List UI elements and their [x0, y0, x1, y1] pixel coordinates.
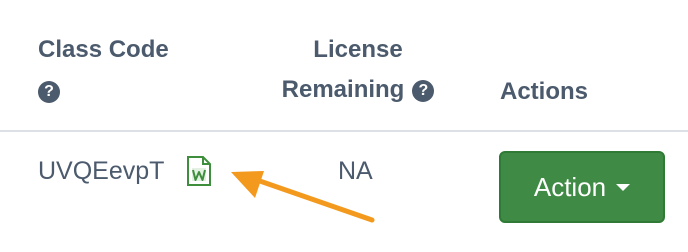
header-license-label-line1: License	[313, 36, 403, 63]
action-button-label: Action	[533, 171, 607, 202]
annotation-arrow-icon	[231, 171, 375, 223]
action-dropdown-button[interactable]: Action	[499, 151, 665, 223]
header-actions: Actions	[500, 78, 589, 105]
caret-down-icon	[616, 183, 631, 191]
header-divider	[0, 130, 688, 132]
class-code-value: UVQEevpT	[38, 157, 165, 185]
header-class-code-label: Class Code	[38, 36, 169, 63]
header-class-code: Class Code ?	[38, 30, 169, 103]
help-icon[interactable]: ?	[412, 80, 435, 102]
header-license-remaining: License Remaining?	[270, 30, 446, 110]
help-icon[interactable]: ?	[38, 81, 60, 103]
word-document-icon[interactable]	[186, 156, 212, 186]
header-license-label-line2: Remaining	[281, 76, 405, 103]
